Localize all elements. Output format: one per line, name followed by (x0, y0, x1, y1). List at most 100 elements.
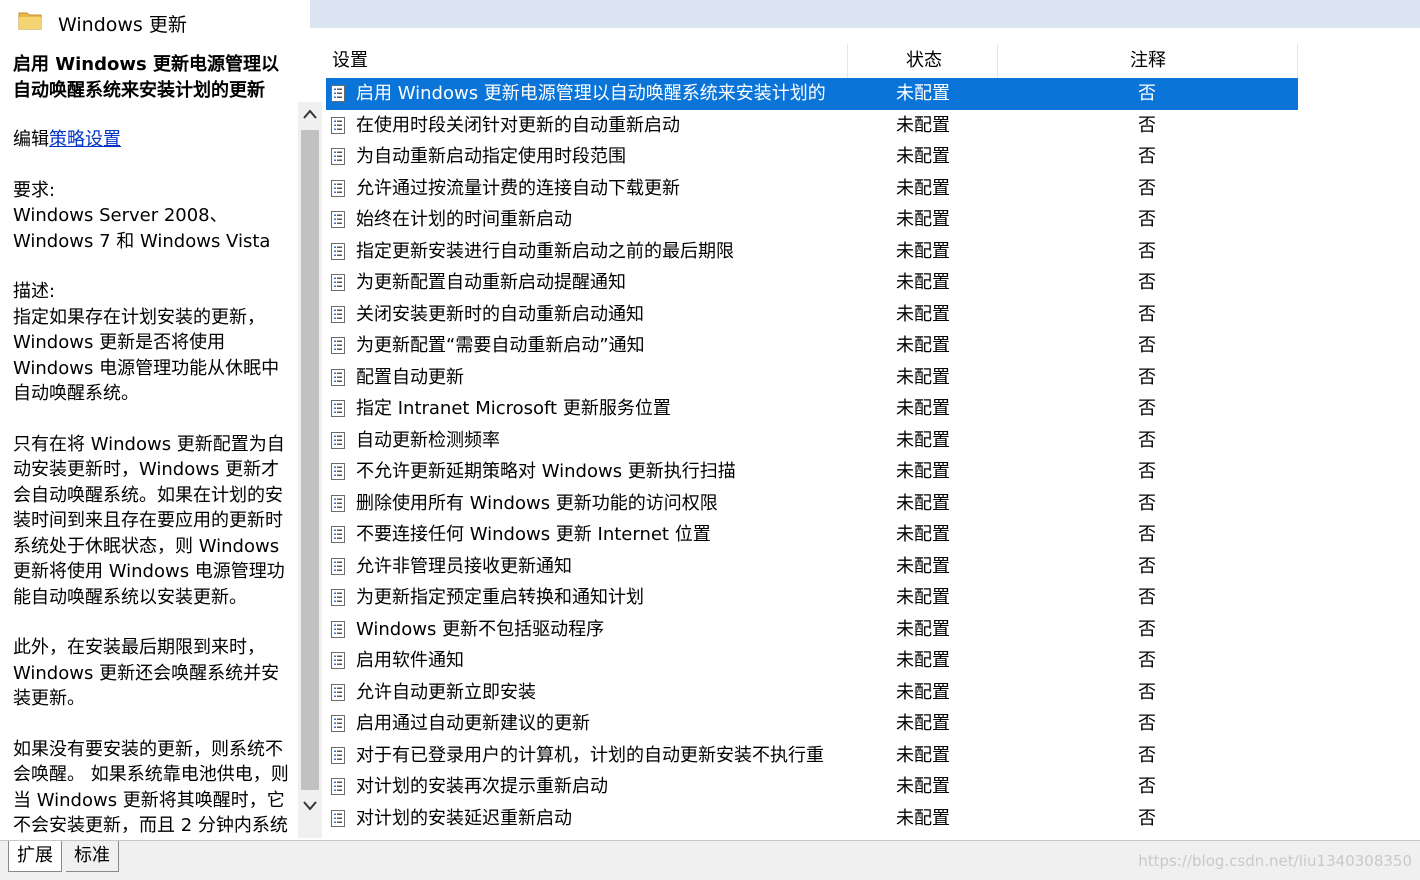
table-row[interactable]: 启用 Windows 更新电源管理以自动唤醒系统来安装计划的 未配置 否 (326, 78, 1298, 110)
setting-comment: 否 (1138, 713, 1156, 734)
policy-title: 启用 Windows 更新电源管理以自动唤醒系统来安装计划的更新 (13, 54, 279, 101)
title-bar-band (310, 0, 1420, 28)
policy-setting-icon (331, 778, 345, 795)
setting-name: 对于有已登录用户的计算机，计划的自动更新安装不执行重 (356, 744, 824, 766)
setting-comment: 否 (1138, 209, 1156, 230)
table-row[interactable]: 允许非管理员接收更新通知 未配置 否 (326, 551, 1298, 583)
policy-setting-icon (331, 589, 345, 606)
tab-extended[interactable]: 扩展 (8, 841, 62, 872)
scrollbar-thumb[interactable] (301, 130, 319, 790)
policy-setting-icon (331, 431, 345, 449)
table-row[interactable]: 关闭安装更新时的自动重新启动通知 未配置 否 (326, 299, 1298, 331)
setting-comment: 否 (1138, 366, 1156, 388)
table-row[interactable]: 指定更新安装进行自动重新启动之前的最后期限 未配置 否 (326, 236, 1298, 268)
window-title: Windows 更新 (58, 14, 187, 36)
setting-comment: 否 (1138, 681, 1156, 703)
setting-state: 未配置 (896, 83, 950, 104)
table-row[interactable]: 不要连接任何 Windows 更新 Internet 位置 未配置 否 (326, 519, 1298, 551)
setting-comment: 否 (1138, 303, 1156, 325)
table-row[interactable]: 允许通过按流量计费的连接自动下载更新 未配置 否 (326, 173, 1298, 205)
policy-setting-icon (331, 463, 345, 480)
table-row[interactable]: 允许自动更新立即安装 未配置 否 (326, 677, 1298, 709)
watermark: https://blog.csdn.net/liu1340308350 (1138, 852, 1412, 870)
setting-comment: 否 (1138, 240, 1156, 262)
table-row[interactable]: 启用软件通知 未配置 否 (326, 645, 1298, 677)
policy-setting-icon (331, 809, 345, 827)
table-row[interactable]: 对计划的安装延迟重新启动 未配置 否 (326, 803, 1298, 835)
description-paragraph-4: 如果没有要安装的更新，则系统不会唤醒。 如果系统靠电池供电，则当 Windows… (13, 738, 289, 837)
table-row[interactable]: Windows 更新不包括驱动程序 未配置 否 (326, 614, 1298, 646)
setting-comment: 否 (1138, 83, 1156, 104)
policy-settings-link[interactable]: 策略设置 (49, 129, 121, 150)
policy-setting-icon (331, 148, 345, 165)
policy-setting-icon (331, 305, 345, 323)
setting-state: 未配置 (896, 146, 950, 167)
setting-name: 在使用时段关闭针对更新的自动重新启动 (356, 114, 680, 136)
setting-name: 指定更新安装进行自动重新启动之前的最后期限 (356, 240, 734, 262)
column-header-state[interactable]: 状态 (906, 44, 942, 78)
setting-state: 未配置 (896, 776, 950, 797)
requirements-label: 要求: (13, 179, 56, 201)
description-scrollbar[interactable] (298, 102, 322, 838)
column-separator[interactable] (1297, 44, 1298, 78)
table-row[interactable]: 不允许更新延期策略对 Windows 更新执行扫描 未配置 否 (326, 456, 1298, 488)
setting-state: 未配置 (896, 366, 950, 388)
setting-name: 始终在计划的时间重新启动 (356, 209, 572, 230)
table-row[interactable]: 自动更新检测频率 未配置 否 (326, 425, 1298, 457)
table-row[interactable]: 为更新指定预定重启转换和通知计划 未配置 否 (326, 582, 1298, 614)
table-row[interactable]: 删除使用所有 Windows 更新功能的访问权限 未配置 否 (326, 488, 1298, 520)
setting-comment: 否 (1138, 114, 1156, 136)
table-row[interactable]: 在使用时段关闭针对更新的自动重新启动 未配置 否 (326, 110, 1298, 142)
setting-name: Windows 更新不包括驱动程序 (356, 618, 605, 640)
table-row[interactable]: 始终在计划的时间重新启动 未配置 否 (326, 204, 1298, 236)
column-header-setting[interactable]: 设置 (332, 44, 368, 78)
table-row[interactable]: 对计划的安装再次提示重新启动 未配置 否 (326, 771, 1298, 803)
setting-name: 删除使用所有 Windows 更新功能的访问权限 (356, 492, 718, 514)
setting-name: 为更新指定预定重启转换和通知计划 (356, 587, 644, 608)
table-row[interactable]: 为更新配置“需要自动重新启动”通知 未配置 否 (326, 330, 1298, 362)
column-header-comment[interactable]: 注释 (1130, 44, 1166, 78)
settings-table: 设置 状态 注释 启用 Windows 更新电源管理以自动唤醒系统来安装计划的未… (326, 44, 1298, 834)
setting-state: 未配置 (896, 272, 950, 293)
column-separator[interactable] (997, 44, 998, 78)
setting-name: 为更新配置自动重新启动提醒通知 (356, 272, 626, 293)
setting-state: 未配置 (896, 587, 950, 608)
chevron-up-icon[interactable] (302, 106, 318, 124)
setting-state: 未配置 (896, 618, 950, 640)
setting-name: 不允许更新延期策略对 Windows 更新执行扫描 (356, 461, 736, 482)
setting-comment: 否 (1138, 272, 1156, 293)
policy-setting-icon (331, 368, 345, 386)
title-tab: Windows 更新 (0, 0, 310, 44)
setting-comment: 否 (1138, 146, 1156, 167)
table-row[interactable]: 指定 Intranet Microsoft 更新服务位置 未配置 否 (326, 393, 1298, 425)
setting-comment: 否 (1138, 177, 1156, 199)
setting-comment: 否 (1138, 807, 1156, 829)
table-row[interactable]: 对于有已登录用户的计算机，计划的自动更新安装不执行重 未配置 否 (326, 740, 1298, 772)
tab-standard[interactable]: 标准 (66, 841, 119, 872)
table-row[interactable]: 为自动重新启动指定使用时段范围 未配置 否 (326, 141, 1298, 173)
description-paragraph-1: 指定如果存在计划安装的更新，Windows 更新是否将使用 Windows 电源… (13, 306, 280, 405)
table-body: 启用 Windows 更新电源管理以自动唤醒系统来安装计划的 未配置否在使用时段关… (326, 78, 1298, 834)
table-row[interactable]: 为更新配置自动重新启动提醒通知 未配置 否 (326, 267, 1298, 299)
chevron-down-icon[interactable] (302, 796, 318, 814)
policy-setting-icon (331, 179, 345, 197)
setting-comment: 否 (1138, 524, 1156, 545)
setting-name: 自动更新检测频率 (356, 429, 500, 451)
column-separator[interactable] (847, 44, 848, 78)
setting-name: 配置自动更新 (356, 366, 464, 388)
setting-state: 未配置 (896, 650, 950, 671)
policy-setting-icon (331, 620, 345, 638)
setting-state: 未配置 (896, 461, 950, 482)
view-tabs-bar: 扩展 标准 https://blog.csdn.net/liu134030835… (0, 840, 1420, 880)
policy-setting-icon (331, 494, 345, 512)
setting-state: 未配置 (896, 335, 950, 356)
setting-state: 未配置 (896, 681, 950, 703)
setting-comment: 否 (1138, 461, 1156, 482)
setting-name: 允许自动更新立即安装 (356, 681, 536, 703)
table-row[interactable]: 配置自动更新 未配置 否 (326, 362, 1298, 394)
setting-comment: 否 (1138, 776, 1156, 797)
setting-state: 未配置 (896, 303, 950, 325)
table-row[interactable]: 启用通过自动更新建议的更新 未配置 否 (326, 708, 1298, 740)
setting-name: 指定 Intranet Microsoft 更新服务位置 (356, 398, 671, 419)
policy-setting-icon (331, 337, 345, 354)
